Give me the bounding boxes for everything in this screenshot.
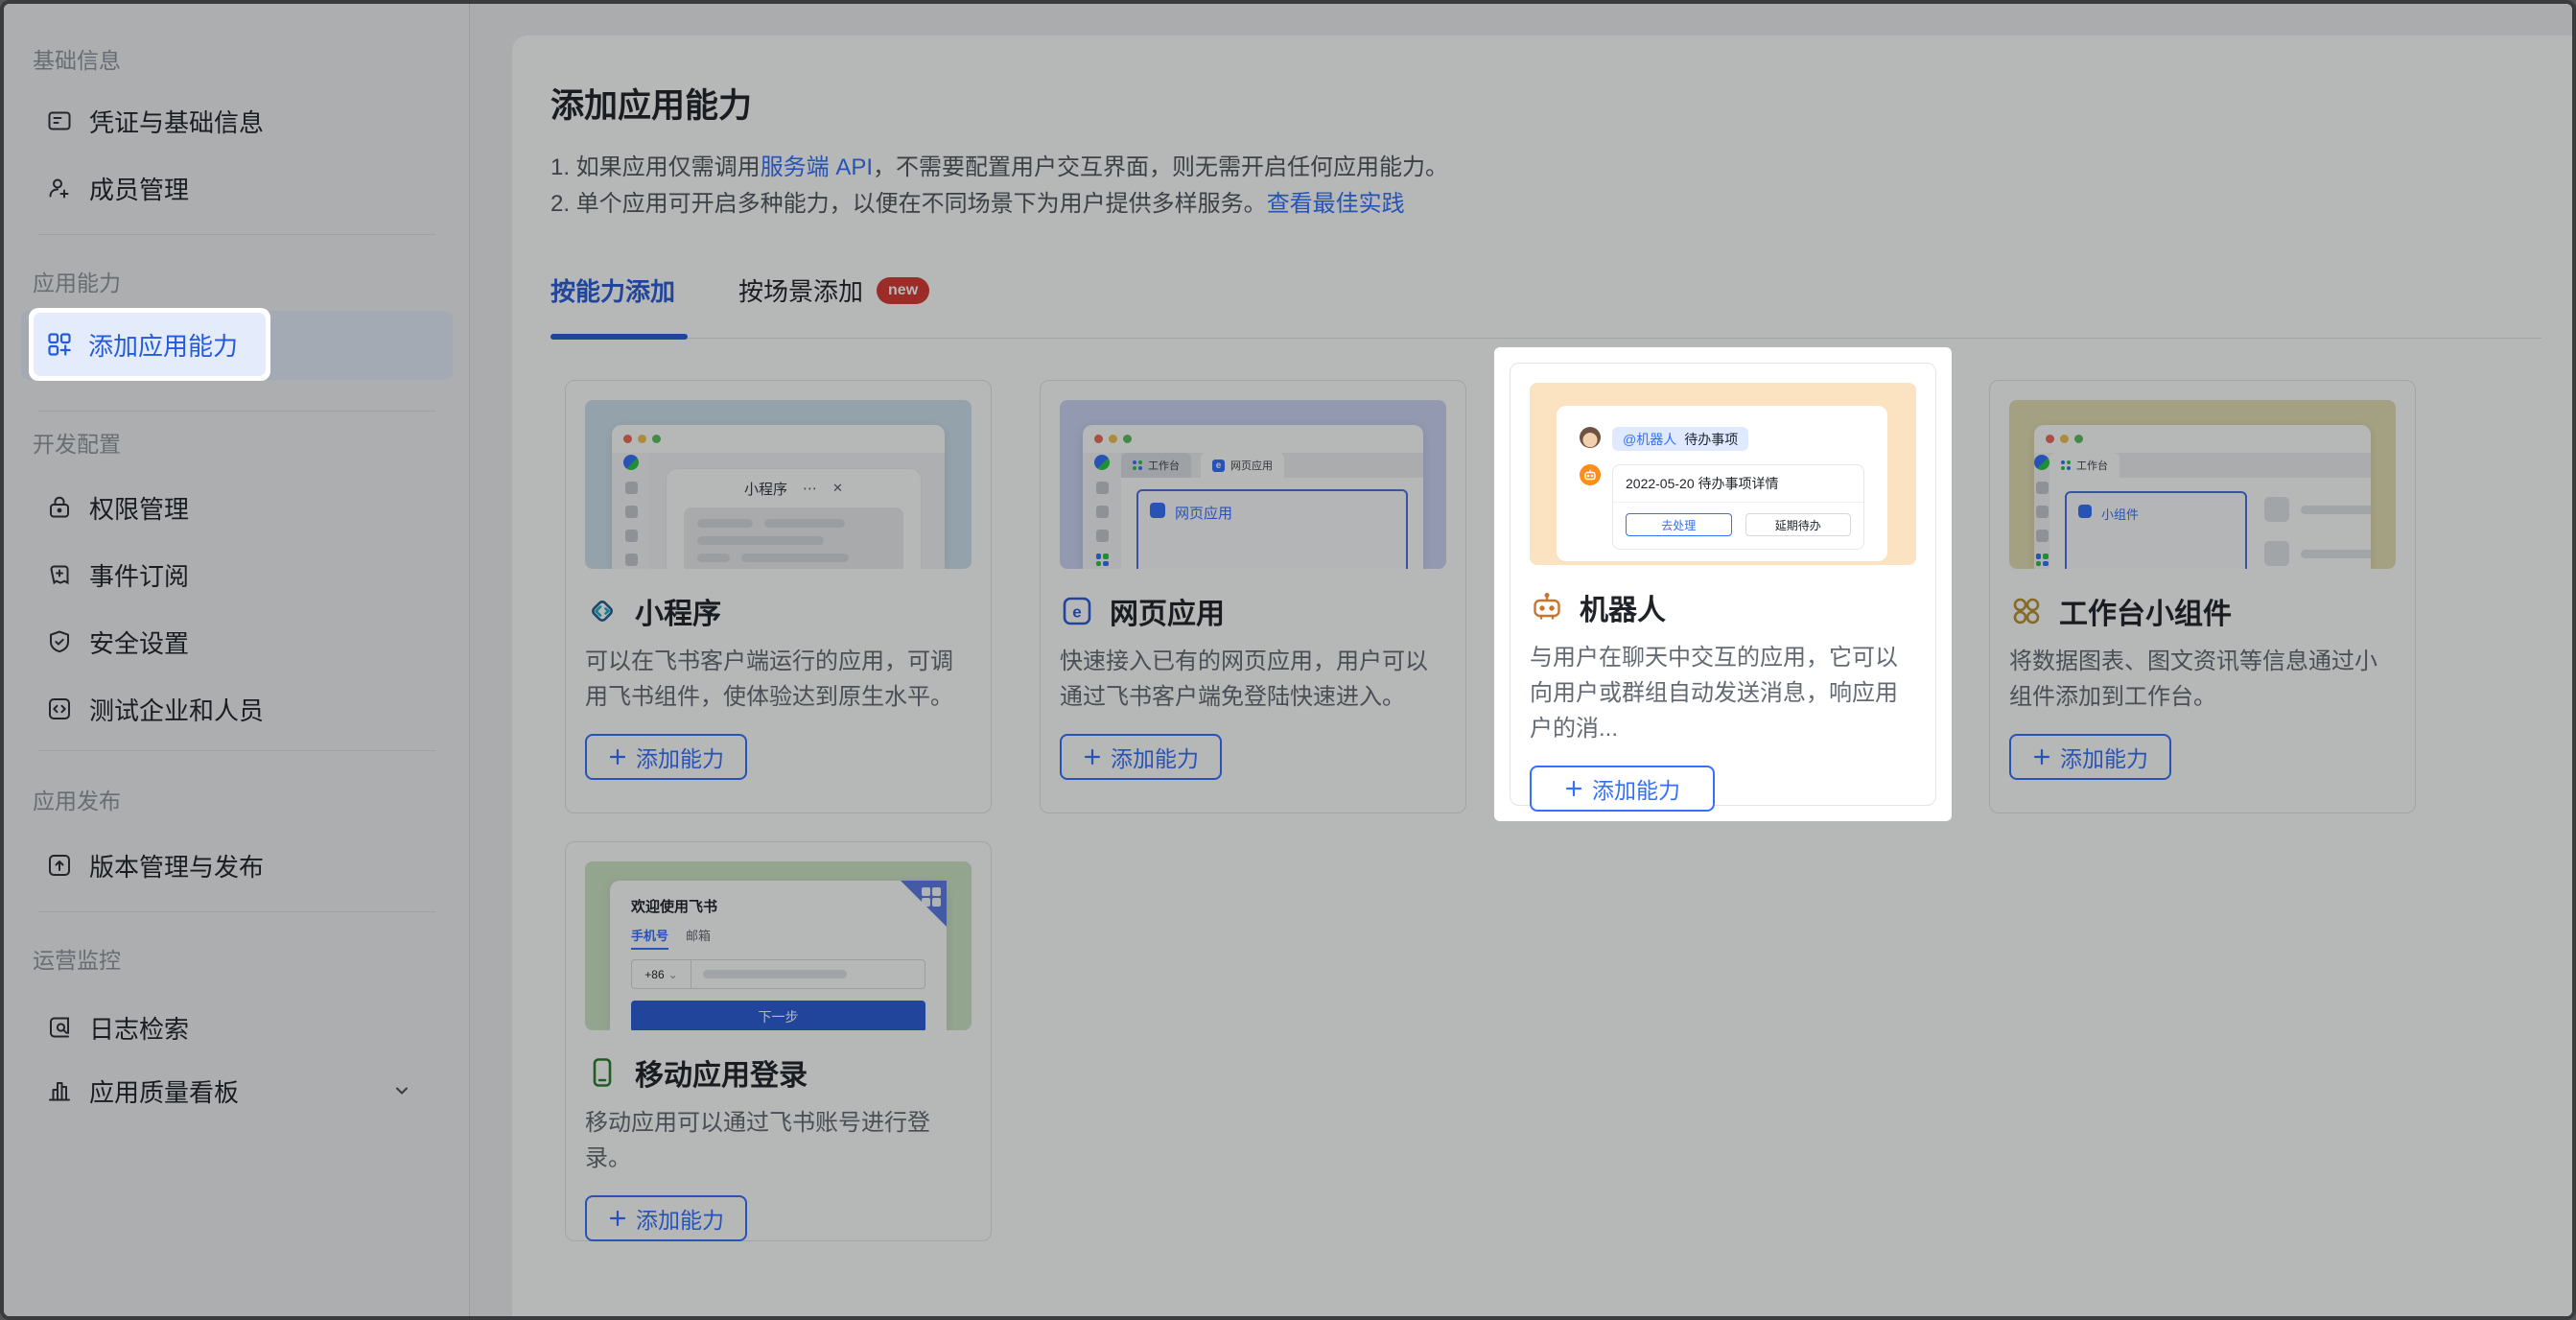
sidebar-item-label: 添加应用能力 [88, 327, 238, 363]
tour-spotlight-bot-card: @机器人 待办事项 2022-05-20 待办事项详情 去处理 延期待办 [1494, 347, 1952, 821]
mock-handle-button: 去处理 [1626, 513, 1732, 536]
app-window: 基础信息 凭证与基础信息 成员管理 应用能力 开发配置 权限管理 [0, 0, 2576, 1320]
tour-spotlight-sidebar: 添加应用能力 [29, 308, 270, 381]
add-capability-button[interactable]: 添加能力 [1530, 766, 1715, 812]
mock-postpone-button: 延期待办 [1745, 513, 1852, 536]
mock-mention-message: @机器人 待办事项 [1612, 427, 1748, 451]
card-description: 与用户在聊天中交互的应用，它可以向用户或群组自动发送消息，响应用户的消... [1530, 640, 1916, 746]
add-capability-icon [46, 331, 73, 358]
bot-avatar-icon [1580, 464, 1601, 485]
user-avatar [1580, 427, 1601, 448]
sidebar-item-add-capability[interactable]: 添加应用能力 [34, 313, 266, 376]
mock-message-card: 2022-05-20 待办事项详情 去处理 延期待办 [1612, 464, 1864, 550]
plus-icon [1564, 779, 1583, 798]
mock-message-title: 2022-05-20 待办事项详情 [1613, 465, 1863, 503]
bot-thumbnail: @机器人 待办事项 2022-05-20 待办事项详情 去处理 延期待办 [1530, 383, 1916, 565]
capability-card-bot[interactable]: @机器人 待办事项 2022-05-20 待办事项详情 去处理 延期待办 [1510, 363, 1936, 806]
card-title: 机器人 [1580, 586, 1666, 628]
dim-overlay [4, 4, 2572, 1316]
robot-icon [1530, 590, 1564, 625]
